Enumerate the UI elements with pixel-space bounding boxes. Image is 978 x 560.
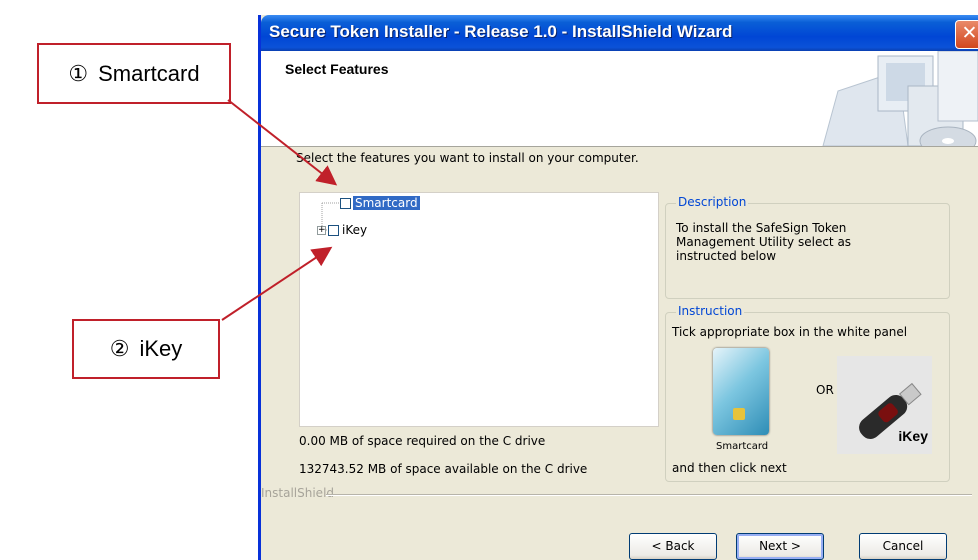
then-click-next-text: and then click next: [672, 461, 787, 475]
space-required-text: 0.00 MB of space required on the C drive: [299, 434, 546, 448]
feature-tree[interactable]: Smartcard + iKey: [299, 192, 659, 427]
ikey-image: iKey: [837, 356, 932, 454]
callout-number: ②: [109, 336, 130, 361]
callout-label: Smartcard: [98, 60, 200, 86]
smartcard-checkbox[interactable]: [340, 197, 351, 209]
instruction-text: Tick appropriate box in the white panel: [672, 325, 908, 339]
cancel-button[interactable]: Cancel: [859, 533, 947, 560]
window-title: Secure Token Installer - Release 1.0 - I…: [269, 22, 733, 41]
description-group: Description To install the SafeSign Toke…: [665, 195, 950, 299]
or-text: OR: [816, 383, 834, 397]
footer-divider: [326, 494, 972, 496]
wizard-header: Select Features: [261, 51, 978, 147]
smartcard-caption: Smartcard: [716, 441, 769, 452]
close-icon: ✕: [961, 22, 978, 44]
chip-icon: [733, 408, 745, 420]
installer-window: Secure Token Installer - Release 1.0 - I…: [258, 15, 978, 560]
tree-item-label[interactable]: Smartcard: [353, 196, 420, 210]
close-button[interactable]: ✕: [955, 20, 978, 49]
tree-item-label[interactable]: iKey: [340, 223, 369, 237]
ikey-checkbox[interactable]: [328, 224, 339, 236]
description-text: To install the SafeSign Token Management…: [676, 221, 852, 263]
expand-icon[interactable]: +: [317, 225, 326, 235]
title-bar[interactable]: Secure Token Installer - Release 1.0 - I…: [261, 15, 978, 51]
tree-item-smartcard[interactable]: Smartcard: [340, 194, 420, 212]
ikey-caption: iKey: [898, 428, 928, 444]
back-button[interactable]: < Back: [629, 533, 717, 560]
tree-item-ikey[interactable]: + iKey: [317, 221, 369, 239]
callout-smartcard: ① Smartcard: [37, 43, 231, 104]
callout-label: iKey: [139, 336, 183, 361]
page-title: Select Features: [285, 61, 389, 77]
instruction-prompt: Select the features you want to install …: [296, 151, 639, 165]
instruction-legend: Instruction: [676, 304, 745, 318]
installshield-brand: InstallShield: [261, 486, 335, 500]
computer-icon: [822, 51, 978, 146]
space-available-text: 132743.52 MB of space available on the C…: [299, 462, 588, 476]
instruction-group: Instruction Tick appropriate box in the …: [665, 304, 950, 482]
description-legend: Description: [676, 195, 749, 209]
smartcard-image: [713, 348, 769, 435]
callout-number: ①: [68, 60, 89, 86]
next-button[interactable]: Next >: [736, 533, 824, 560]
callout-ikey: ② iKey: [72, 319, 220, 379]
